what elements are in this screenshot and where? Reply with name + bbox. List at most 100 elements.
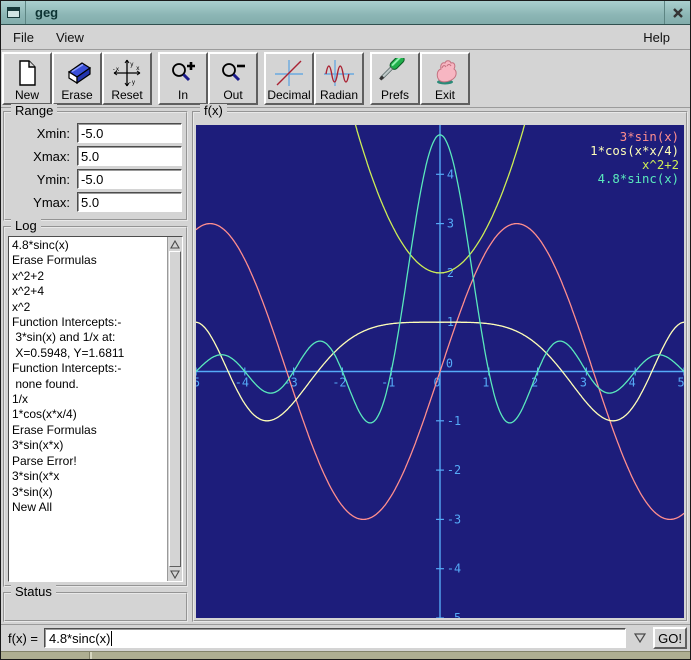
- toolbar-label: Decimal: [267, 88, 310, 102]
- decimal-button[interactable]: Decimal: [264, 52, 314, 105]
- new-button[interactable]: New: [2, 52, 52, 105]
- formula-input-value: 4.8*sinc(x): [49, 631, 110, 646]
- axes-reset-icon: y x -x -y: [110, 58, 144, 88]
- xmin-label: Xmin:: [9, 126, 77, 141]
- window-menu-button[interactable]: [1, 1, 26, 24]
- range-row-ymax: Ymax:: [9, 192, 182, 212]
- formula-bar: f(x) = 4.8*sinc(x) GO!: [1, 624, 690, 651]
- scrollbar-track[interactable]: [168, 251, 182, 567]
- menu-view[interactable]: View: [56, 28, 92, 47]
- menubar: File View Help: [1, 25, 690, 50]
- new-page-icon: [10, 58, 44, 88]
- svg-text:y: y: [130, 61, 134, 68]
- toolbar-label: Reset: [111, 88, 142, 102]
- zoom-in-icon: [166, 58, 200, 88]
- scrollbar-thumb[interactable]: [169, 251, 181, 567]
- screwdriver-icon: [378, 58, 412, 88]
- ymin-label: Ymin:: [9, 172, 77, 187]
- range-row-xmin: Xmin:: [9, 123, 182, 143]
- toolbar-label: Erase: [61, 88, 92, 102]
- svg-text:2: 2: [447, 266, 454, 280]
- toolbar-label: Radian: [320, 88, 358, 102]
- reset-button[interactable]: y x -x -y Reset: [102, 52, 152, 105]
- range-panel-title: Range: [11, 104, 57, 118]
- sine-plot-icon: [322, 58, 356, 88]
- svg-text:-4: -4: [235, 375, 249, 389]
- svg-text:1*cos(x*x/4): 1*cos(x*x/4): [590, 143, 679, 158]
- toolbar-group-app: Prefs Exit: [370, 52, 470, 105]
- linear-plot-icon: [272, 58, 306, 88]
- go-button[interactable]: GO!: [653, 627, 687, 649]
- text-cursor: [111, 631, 112, 646]
- status-panel: Status: [3, 592, 188, 622]
- range-row-ymin: Ymin:: [9, 169, 182, 189]
- svg-text:4.8*sinc(x): 4.8*sinc(x): [598, 171, 680, 186]
- toolbar-label: In: [178, 88, 188, 102]
- graph-panel-title: f(x): [200, 104, 227, 118]
- app-window: geg File View Help New: [0, 0, 691, 660]
- svg-text:x: x: [136, 65, 140, 72]
- window-icon: [7, 7, 20, 18]
- close-button[interactable]: [664, 1, 690, 24]
- toolbar: New Erase y x -x -y: [1, 50, 690, 108]
- ymax-input[interactable]: [77, 192, 182, 212]
- graph-panel: f(x) -5-4-3-2-1012345-5-4-3-2-1012343*si…: [192, 111, 688, 622]
- svg-text:4: 4: [447, 167, 454, 181]
- menu-file[interactable]: File: [13, 28, 42, 47]
- radian-button[interactable]: Radian: [314, 52, 364, 105]
- triangle-down-icon: [170, 570, 180, 579]
- strip-notch: [89, 652, 92, 659]
- hand-icon: [428, 58, 462, 88]
- svg-text:5: 5: [677, 375, 684, 389]
- xmax-label: Xmax:: [9, 149, 77, 164]
- xmax-input[interactable]: [77, 146, 182, 166]
- prefs-button[interactable]: Prefs: [370, 52, 420, 105]
- titlebar[interactable]: geg: [1, 1, 690, 25]
- left-panel: Range Xmin: Xmax: Ymin: Ymax:: [3, 111, 188, 622]
- toolbar-label: Prefs: [381, 88, 409, 102]
- zoom-in-button[interactable]: In: [158, 52, 208, 105]
- svg-text:-x: -x: [112, 66, 120, 73]
- svg-text:-5: -5: [447, 611, 461, 618]
- scroll-up-button[interactable]: [168, 237, 182, 251]
- log-panel-title: Log: [11, 219, 41, 233]
- xmin-input[interactable]: [77, 123, 182, 143]
- bottom-resize-strip[interactable]: [1, 651, 690, 659]
- toolbar-group-file: New Erase y x -x -y: [2, 52, 152, 105]
- svg-text:x^2+2: x^2+2: [642, 157, 679, 172]
- graph-svg: -5-4-3-2-1012345-5-4-3-2-1012343*sin(x)1…: [196, 125, 684, 618]
- range-row-xmax: Xmax:: [9, 146, 182, 166]
- range-panel: Range Xmin: Xmax: Ymin: Ymax:: [3, 111, 188, 221]
- formula-label: f(x) =: [4, 631, 40, 646]
- formula-history-dropdown[interactable]: [630, 628, 649, 649]
- zoom-out-button[interactable]: Out: [208, 52, 258, 105]
- log-scrollbar[interactable]: [167, 237, 182, 581]
- toolbar-label: New: [15, 88, 39, 102]
- toolbar-group-mode: Decimal Radian: [264, 52, 364, 105]
- graph-canvas: -5-4-3-2-1012345-5-4-3-2-1012343*sin(x)1…: [196, 125, 684, 618]
- log-list: 4.8*sinc(x) Erase Formulas x^2+2 x^2+4 x…: [9, 237, 167, 581]
- svg-text:3: 3: [447, 217, 454, 231]
- menu-help[interactable]: Help: [643, 28, 678, 47]
- svg-text:3: 3: [580, 375, 587, 389]
- close-icon: [672, 7, 684, 19]
- zoom-out-icon: [216, 58, 250, 88]
- scroll-down-button[interactable]: [168, 567, 182, 581]
- exit-button[interactable]: Exit: [420, 52, 470, 105]
- svg-text:-2: -2: [447, 463, 461, 477]
- svg-text:-4: -4: [447, 562, 461, 576]
- svg-text:-5: -5: [196, 375, 200, 389]
- svg-text:-1: -1: [447, 414, 461, 428]
- ymin-input[interactable]: [77, 169, 182, 189]
- log-panel: Log 4.8*sinc(x) Erase Formulas x^2+2 x^2…: [3, 226, 188, 587]
- toolbar-label: Exit: [435, 88, 455, 102]
- svg-text:-3: -3: [447, 512, 461, 526]
- toolbar-group-zoom: In Out: [158, 52, 258, 105]
- triangle-down-icon: [634, 633, 646, 643]
- formula-input[interactable]: 4.8*sinc(x): [44, 628, 626, 648]
- ymax-label: Ymax:: [9, 195, 77, 210]
- erase-button[interactable]: Erase: [52, 52, 102, 105]
- log-box: 4.8*sinc(x) Erase Formulas x^2+2 x^2+4 x…: [8, 236, 183, 582]
- window-title: geg: [26, 1, 664, 24]
- status-panel-title: Status: [11, 585, 56, 599]
